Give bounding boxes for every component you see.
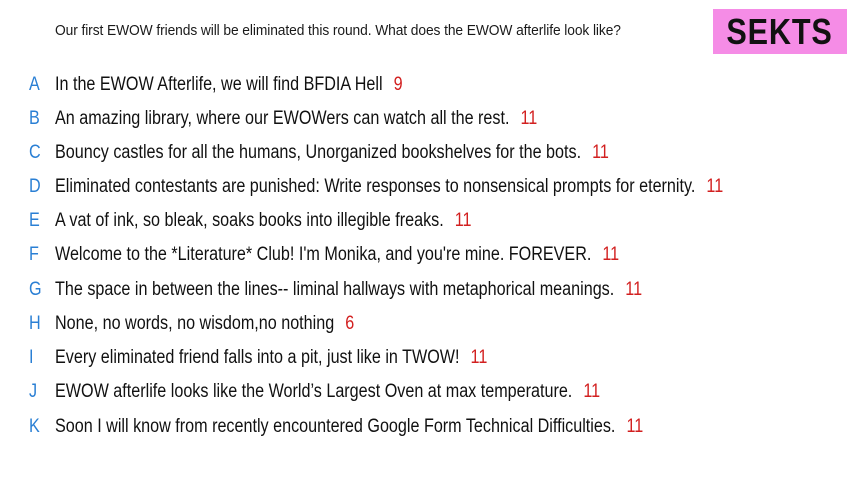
sekts-tag: SEKTS	[713, 9, 847, 54]
word-count: 11	[626, 416, 644, 437]
response-row-g: G The space in between the lines-- limin…	[0, 275, 853, 305]
response-text: In the EWOW Afterlife, we will find BFDI…	[55, 74, 383, 95]
response-text: An amazing library, where our EWOWers ca…	[55, 108, 510, 129]
response-row-f: F Welcome to the *Literature* Club! I'm …	[0, 240, 853, 270]
response-row-i: I Every eliminated friend falls into a p…	[0, 343, 853, 373]
response-letter: B	[29, 108, 40, 129]
response-row-j: J EWOW afterlife looks like the World’s …	[0, 377, 853, 407]
response-text: Soon I will know from recently encounter…	[55, 416, 616, 437]
word-count: 11	[602, 244, 620, 265]
word-count: 11	[592, 142, 609, 163]
word-count: 11	[583, 381, 601, 402]
response-letter: H	[29, 313, 41, 334]
sekts-tag-label: SEKTS	[726, 10, 834, 52]
response-letter: E	[29, 210, 40, 231]
response-letter: K	[29, 416, 40, 437]
response-letter: I	[29, 347, 34, 368]
response-letter: C	[29, 142, 41, 163]
response-text: Every eliminated friend falls into a pit…	[55, 347, 460, 368]
response-row-e: E A vat of ink, so bleak, soaks books in…	[0, 206, 853, 236]
word-count: 11	[454, 210, 472, 231]
response-letter: D	[29, 176, 41, 197]
response-row-c: C Bouncy castles for all the humans, Uno…	[0, 138, 853, 168]
response-row-b: B An amazing library, where our EWOWers …	[0, 104, 853, 134]
response-text: Welcome to the *Literature* Club! I'm Mo…	[55, 244, 592, 265]
word-count: 11	[470, 347, 488, 368]
response-text: Bouncy castles for all the humans, Unorg…	[55, 142, 582, 163]
response-row-h: H None, no words, no wisdom,no nothing 6	[0, 309, 853, 339]
word-count: 11	[706, 176, 724, 197]
response-text: EWOW afterlife looks like the World’s La…	[55, 381, 573, 402]
response-letter: J	[29, 381, 38, 402]
response-row-k: K Soon I will know from recently encount…	[0, 412, 853, 442]
response-letter: F	[29, 244, 39, 265]
response-row-d: D Eliminated contestants are punished: W…	[0, 172, 853, 202]
response-text: Eliminated contestants are punished: Wri…	[55, 176, 696, 197]
response-letter: G	[29, 279, 42, 300]
response-text: The space in between the lines-- liminal…	[55, 279, 615, 300]
response-text: A vat of ink, so bleak, soaks books into…	[55, 210, 444, 231]
word-count: 6	[345, 313, 355, 334]
response-text: None, no words, no wisdom,no nothing	[55, 313, 335, 334]
response-row-a: A In the EWOW Afterlife, we will find BF…	[0, 70, 853, 100]
word-count: 11	[520, 108, 538, 129]
prompt-text: Our first EWOW friends will be eliminate…	[55, 22, 621, 39]
word-count: 11	[625, 279, 643, 300]
word-count: 9	[393, 74, 403, 95]
response-letter: A	[29, 74, 40, 95]
